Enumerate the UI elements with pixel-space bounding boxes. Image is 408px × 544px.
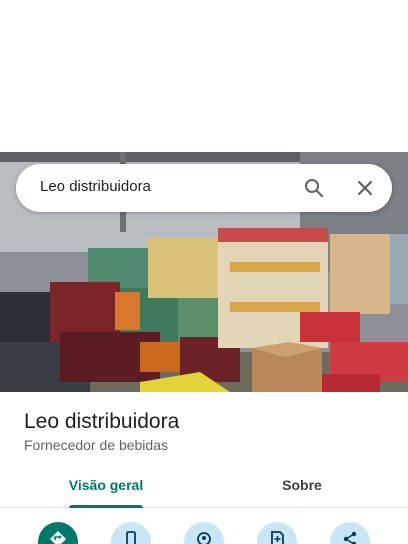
tab-overview-label: Visão geral [68,477,144,493]
place-title: Leo distribuidora [24,410,180,433]
nearby-icon [197,532,211,544]
phone-button[interactable] [111,522,151,544]
directions-icon [50,531,66,544]
tab-overview[interactable]: Visão geral [53,466,159,508]
share-button[interactable] [330,522,370,544]
search-query[interactable]: Leo distribuidora [40,178,151,195]
tab-about-label: Sobre [282,477,322,493]
tab-about[interactable]: Sobre [252,466,352,508]
action-row [0,522,408,544]
phone-icon [126,531,136,544]
search-icon[interactable] [302,176,326,200]
active-tab-indicator [69,505,143,508]
map-area[interactable] [0,0,408,152]
share-icon [343,531,357,544]
directions-button[interactable] [38,522,78,544]
save-icon [271,531,284,544]
tab-bar: Visão geral Sobre [0,466,408,508]
nearby-button[interactable] [184,522,224,544]
save-button[interactable] [257,522,297,544]
place-category: Fornecedor de bebidas [24,437,168,453]
search-bar[interactable]: Leo distribuidora [16,164,392,212]
close-icon[interactable] [353,176,377,200]
